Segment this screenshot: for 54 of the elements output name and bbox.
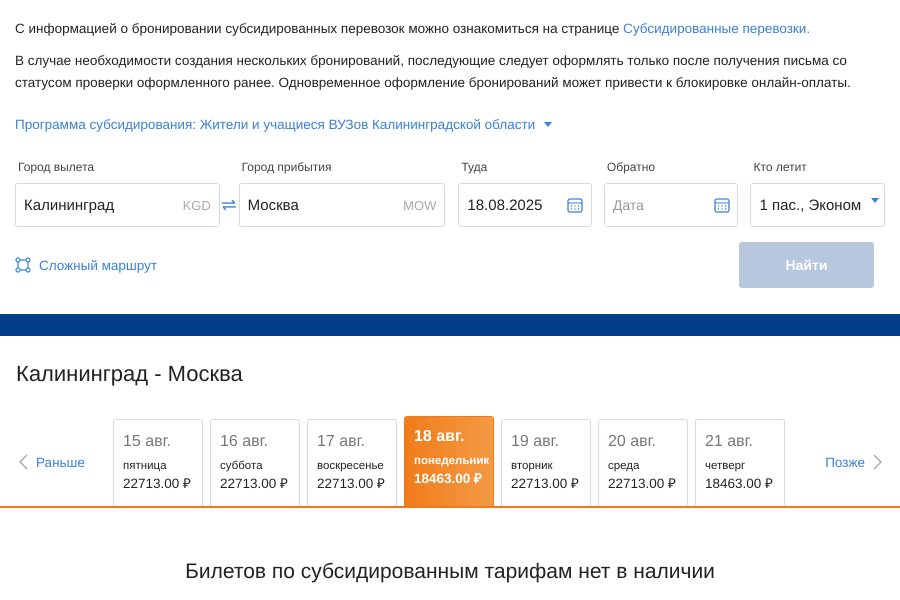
price-text: 18463.00 ₽ <box>414 470 484 487</box>
program-dropdown[interactable]: Программа субсидирования: Жители и учащиеся ВУЗов Калининградской области <box>15 117 554 132</box>
subsidy-link[interactable]: Субсидированные перевозки. <box>623 21 810 36</box>
date-text: 15 авг. <box>123 433 172 451</box>
return-date-field[interactable]: Дата <box>604 183 738 227</box>
later-link[interactable]: Позже <box>787 454 900 470</box>
earlier-link[interactable]: Раньше <box>0 454 97 470</box>
date-tab[interactable]: 16 авг. суббота 22713.00 ₽ <box>210 419 300 506</box>
field-label: Туда <box>461 160 488 174</box>
caret-icon <box>543 122 554 128</box>
date-text: 20 авг. <box>608 433 657 451</box>
date-tab[interactable]: 21 авг. четверг 18463.00 ₽ <box>695 419 785 506</box>
price-text: 22713.00 ₽ <box>511 475 580 492</box>
price-text: 22713.00 ₽ <box>220 475 290 492</box>
date-tab[interactable]: 17 авг. воскресенье 22713.00 ₽ <box>307 419 397 506</box>
price-text: 22713.00 ₽ <box>317 475 386 492</box>
field-label: Город прибытия <box>242 160 332 174</box>
date-tab[interactable]: 15 авг. пятница 22713.00 ₽ <box>113 419 203 506</box>
chevron-left-icon <box>19 454 28 470</box>
date-text: 16 авг. <box>220 433 269 451</box>
weekday-text: воскресенье <box>317 460 385 472</box>
date-text: 17 авг. <box>317 433 366 451</box>
notice-text: В случае необходимости создания нескольких бронирований, последующие следует оформлять только после получения письма со статусом проверки оформленного ранее. Одновременное оформление бронирований может привести к блокировке онлайн-оплаты. <box>15 52 852 92</box>
date-tab[interactable]: 19 авг. вторник 22713.00 ₽ <box>501 419 591 506</box>
field-label: Обратно <box>606 160 656 174</box>
field-label: Кто летит <box>753 160 808 174</box>
calendar-icon <box>714 197 730 213</box>
departure-city-field[interactable]: Калининград KGD <box>15 183 220 227</box>
weekday-text: четверг <box>705 460 746 472</box>
info-text: С информацией о бронировании субсидированных перевозок можно ознакомиться на странице Субсидированные перевозки. <box>15 20 812 38</box>
price-text: 22713.00 ₽ <box>123 475 192 492</box>
empty-message: Билетов по субсидированным тарифам нет в наличии <box>185 560 715 583</box>
departure-date-field[interactable]: 18.08.2025 <box>458 183 592 227</box>
passengers-dropdown[interactable]: 1 пас., Эконом <box>750 183 886 227</box>
calendar-icon <box>566 197 583 213</box>
weekday-text: среда <box>608 460 640 472</box>
swap-icon[interactable] <box>220 199 237 211</box>
weekday-text: суббота <box>220 460 264 472</box>
date-tab[interactable]: 20 авг. среда 22713.00 ₽ <box>598 419 688 506</box>
chevron-right-icon <box>873 454 882 470</box>
date-text: 21 авг. <box>705 433 754 451</box>
route-title: Калининград - Москва <box>16 361 244 387</box>
weekday-text: пятница <box>123 460 168 472</box>
price-text: 18463.00 ₽ <box>705 475 774 492</box>
price-text: 22713.00 ₽ <box>608 475 678 492</box>
caret-icon <box>871 198 880 203</box>
date-text: 19 авг. <box>511 433 560 451</box>
date-text: 18 авг. <box>414 428 466 446</box>
arrival-city-field[interactable]: Москва MOW <box>238 183 446 227</box>
complex-route-link[interactable]: Сложный маршрут <box>15 257 158 273</box>
weekday-text: понедельник <box>414 455 490 467</box>
weekday-text: вторник <box>511 460 554 472</box>
field-label: Город вылета <box>18 160 96 174</box>
route-icon <box>15 257 31 273</box>
